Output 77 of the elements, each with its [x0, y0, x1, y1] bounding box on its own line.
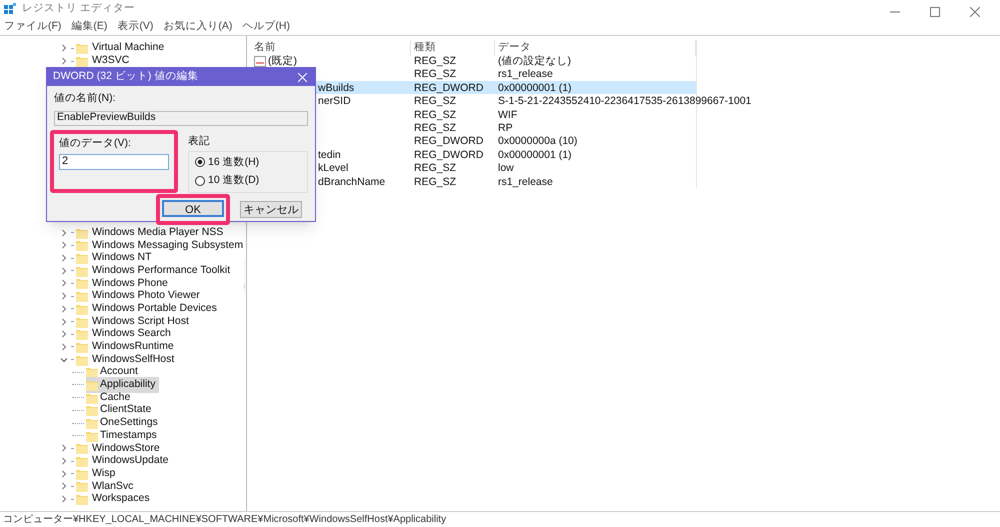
value-data: 0x00000001 (1) [497, 148, 573, 163]
folder-icon [76, 328, 88, 340]
folder-icon [76, 290, 88, 302]
folder-icon [76, 354, 88, 366]
chevron-down-icon[interactable] [60, 356, 68, 364]
folder-icon [86, 430, 98, 442]
folder-icon [76, 302, 88, 315]
value-data: low [497, 161, 515, 176]
name-field: EnablePreviewBuilds [54, 110, 308, 126]
folder-icon [86, 404, 98, 416]
value-data: rs1_release [497, 67, 554, 82]
folder-icon [76, 468, 88, 480]
app-icon [4, 3, 16, 15]
radio-label[interactable]: 10 進数(D) [208, 173, 260, 189]
field-label: 値の名前(N): [54, 91, 116, 106]
value-data: WIF [497, 108, 518, 123]
column-header[interactable]: データ [495, 40, 696, 56]
menu-item[interactable]: ファイル(F) [4, 18, 62, 34]
value-name: dBranchName [318, 174, 386, 190]
tree-item[interactable]: Applicability [86, 377, 160, 393]
dialog-button[interactable]: OK [162, 200, 224, 217]
value-type: REG_SZ [413, 174, 458, 190]
folder-icon [76, 42, 88, 54]
value-name: wBuilds [318, 80, 354, 96]
folder-icon [76, 277, 88, 290]
folder-icon [76, 455, 88, 468]
value-type: REG_SZ [413, 67, 458, 82]
window-title: レジストリ エディター [22, 1, 135, 16]
column-header[interactable]: 種類 [411, 40, 495, 56]
value-data: 0x00000001 (1) [497, 80, 573, 96]
folder-icon [76, 316, 88, 328]
folder-icon [86, 417, 98, 430]
dialog-title: DWORD (32 ビット) 値の編集 [53, 69, 198, 84]
close-icon[interactable] [970, 7, 980, 17]
dialog-button[interactable]: キャンセル [240, 200, 302, 218]
folder-icon [76, 252, 88, 264]
menu-item[interactable]: 表示(V) [117, 18, 154, 34]
value-type: REG_SZ [413, 94, 458, 110]
folder-icon [76, 264, 88, 277]
value-type: REG_SZ [413, 120, 458, 136]
radio-button[interactable] [195, 157, 205, 168]
folder-icon [76, 442, 88, 454]
status-bar-path: コンピューター¥HKEY_LOCAL_MACHINE¥SOFTWARE¥Microsoft¥WindowsSelfHost¥Applicability [3, 513, 446, 527]
value-data: RP [497, 120, 514, 136]
string-value-icon [254, 56, 266, 68]
menu-item[interactable]: お気に入り(A) [163, 18, 232, 34]
folder-icon [76, 493, 88, 506]
value-name: kLevel [318, 161, 348, 176]
value-data: 0x0000000a (10) [497, 134, 578, 150]
radio-label[interactable]: 16 進数(H) [208, 154, 260, 170]
data-field[interactable]: 2 [59, 154, 169, 170]
folder-icon [86, 392, 98, 404]
value-type: REG_DWORD [413, 134, 484, 150]
folder-icon [76, 239, 88, 252]
folder-icon [76, 55, 88, 68]
value-name: nerSID [318, 94, 351, 110]
value-type: REG_SZ [413, 54, 458, 69]
menu-item[interactable]: ヘルプ(H) [242, 18, 290, 34]
radio-button[interactable] [195, 176, 205, 186]
folder-icon [76, 226, 88, 239]
value-type: REG_SZ [413, 108, 458, 123]
value-data: rs1_release [497, 174, 554, 190]
value-row[interactable]: (既定) REG_SZ (値の設定なし) [251, 54, 696, 68]
value-data: (値の設定なし) [497, 54, 572, 69]
field-label: 値のデータ(V): [59, 136, 132, 151]
value-data: S-1-5-21-2243552410-2236417535-2613899667-1001 [497, 94, 752, 110]
group-label: 表記 [188, 134, 211, 149]
menu-item[interactable]: 編集(E) [71, 18, 108, 34]
value-type: REG_SZ [413, 161, 458, 176]
value-type: REG_DWORD [413, 148, 484, 163]
value-type: REG_DWORD [413, 80, 484, 96]
folder-icon [76, 340, 88, 353]
folder-icon [76, 480, 88, 492]
value-name: (既定) [268, 54, 297, 69]
value-name: tedin [318, 148, 341, 163]
folder-icon [86, 378, 98, 391]
maximize-icon[interactable] [930, 7, 940, 17]
